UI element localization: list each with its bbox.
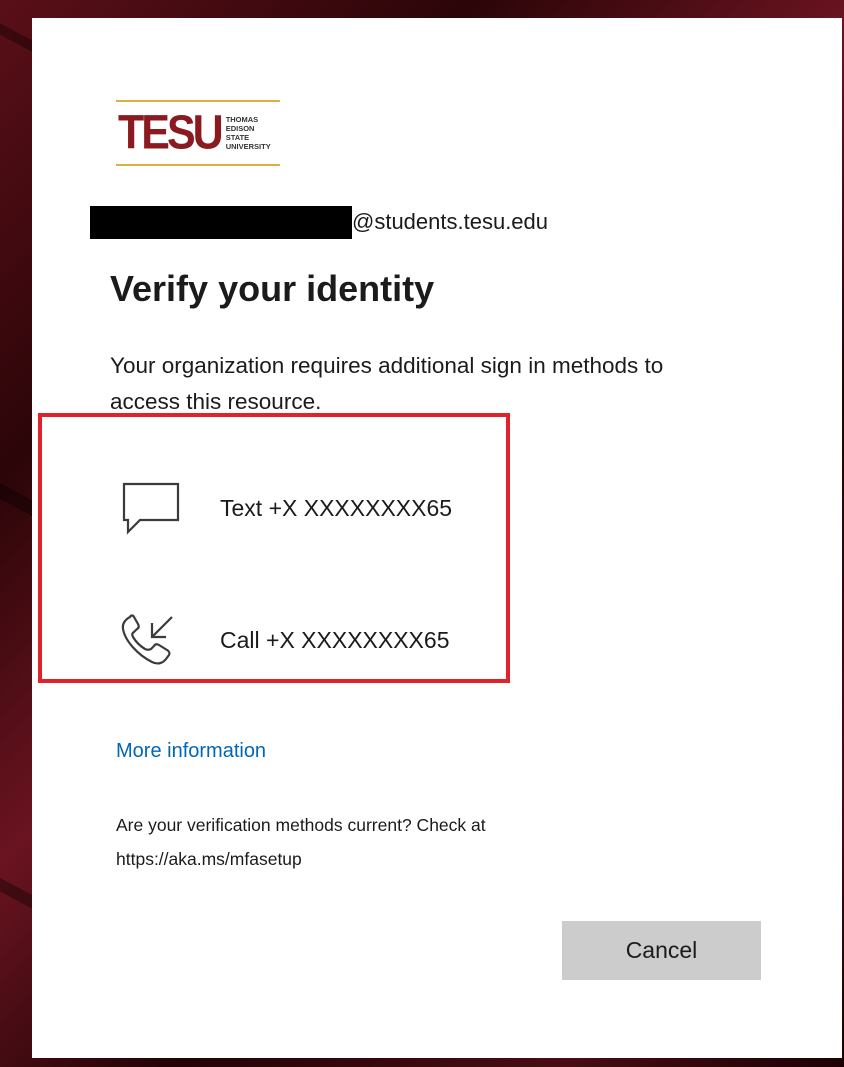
account-identifier: @students.tesu.edu — [90, 202, 548, 242]
logo-line: THOMAS — [225, 115, 259, 124]
methods-highlight-box — [38, 413, 510, 683]
logo-line: UNIVERSITY — [225, 142, 271, 151]
logo-line: STATE — [225, 133, 250, 142]
more-information-link[interactable]: More information — [116, 740, 266, 763]
cancel-button[interactable]: Cancel — [562, 921, 761, 980]
email-domain: @students.tesu.edu — [352, 209, 549, 234]
redacted-username — [90, 205, 352, 239]
logo-subtitle: THOMAS EDISON STATE UNIVERSITY — [226, 115, 271, 151]
page-title: Verify your identity — [110, 268, 435, 309]
verification-note: Are your verification methods current? C… — [116, 815, 486, 869]
page-description: Your organization requires additional si… — [110, 353, 664, 414]
tesu-logo: TESU THOMAS EDISON STATE UNIVERSITY — [116, 100, 280, 166]
logo-wordmark: TESU — [118, 105, 224, 160]
logo-line: EDISON — [225, 124, 255, 133]
